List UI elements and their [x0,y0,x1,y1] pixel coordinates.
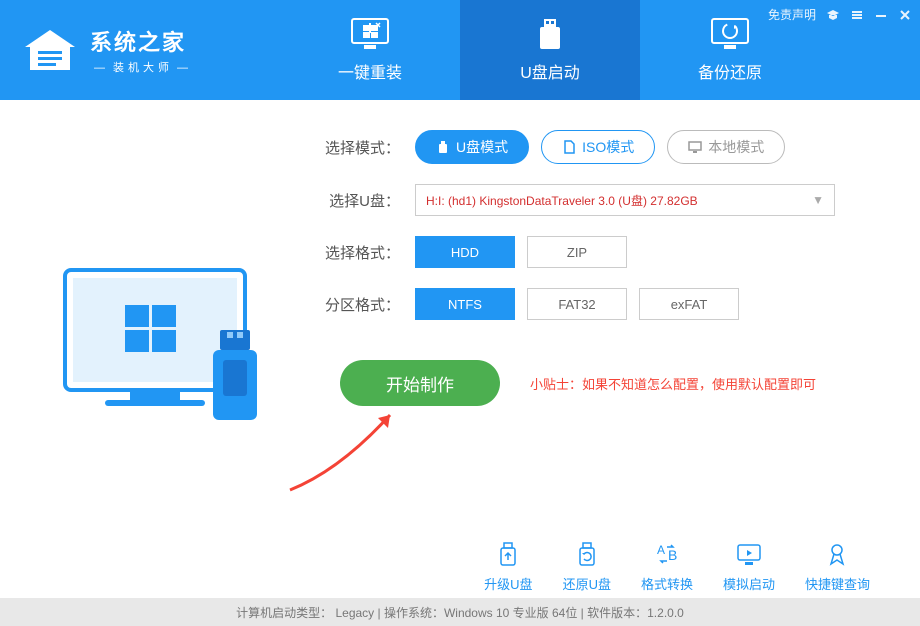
tool-upgrade-usb[interactable]: 升级U盘 [484,540,532,593]
usb-small-icon [436,140,450,154]
tool-format-convert[interactable]: AB 格式转换 [641,540,693,593]
graduation-icon[interactable] [826,8,840,22]
tip-text: 小贴士：如果不知道怎么配置，使用默认配置即可 [530,374,816,393]
window-controls: 免责声明 [768,6,912,23]
simulate-icon [735,540,763,568]
app-subtitle: 装机大师 [90,59,196,75]
app-title: 系统之家 [90,25,196,57]
tool-restore-usb[interactable]: 还原U盘 [563,540,611,593]
usb-select-label: 选择U盘： [320,190,400,211]
monitor-small-icon [688,140,702,154]
format-zip-button[interactable]: ZIP [527,236,627,268]
backup-icon [710,17,750,51]
partition-ntfs-button[interactable]: NTFS [415,288,515,320]
tool-simulate-boot[interactable]: 模拟启动 [723,540,775,593]
upgrade-usb-icon [494,540,522,568]
header: 系统之家 装机大师 一键重装 U盘启动 [0,0,920,100]
usb-icon [530,17,570,51]
svg-text:B: B [668,547,677,563]
settings-icon[interactable] [850,8,864,22]
main-tabs: 一键重装 U盘启动 备份还原 [280,0,820,100]
svg-text:A: A [657,543,665,557]
usb-dropdown-value: H:I: (hd1) KingstonDataTraveler 3.0 (U盘)… [426,192,698,209]
annotation-arrow [280,400,420,500]
tool-hotkey-lookup[interactable]: 快捷键查询 [805,540,870,593]
monitor-icon [350,17,390,51]
logo-icon [20,25,80,75]
config-panel: 选择模式： U盘模式 ISO模式 本地模式 选择U盘： H:I: (hd1) K… [300,130,880,530]
bottom-toolbar: 升级U盘 还原U盘 AB 格式转换 模拟启动 快捷键查询 [0,540,920,598]
mode-usb-button[interactable]: U盘模式 [415,130,529,164]
tab-usb-boot-label: U盘启动 [520,59,580,83]
disclaimer-link[interactable]: 免责声明 [768,6,816,23]
mode-local-button[interactable]: 本地模式 [667,130,785,164]
minimize-button[interactable] [874,8,888,22]
start-button[interactable]: 开始制作 [340,360,500,406]
illustration [40,170,300,530]
partition-fat32-button[interactable]: FAT32 [527,288,627,320]
partition-label: 分区格式： [320,294,400,315]
status-text: 计算机启动类型： Legacy | 操作系统：Windows 10 专业版 64… [236,604,684,621]
mode-label: 选择模式： [320,137,400,158]
convert-icon: AB [653,540,681,568]
format-hdd-button[interactable]: HDD [415,236,515,268]
tab-backup-restore-label: 备份还原 [698,59,762,83]
format-label: 选择格式： [320,242,400,263]
restore-usb-icon [573,540,601,568]
logo-area: 系统之家 装机大师 [0,25,280,75]
chevron-down-icon: ▼ [812,193,824,207]
hotkey-icon [823,540,851,568]
mode-iso-button[interactable]: ISO模式 [541,130,655,164]
file-icon [562,140,576,154]
tab-usb-boot[interactable]: U盘启动 [460,0,640,100]
tab-reinstall[interactable]: 一键重装 [280,0,460,100]
tab-reinstall-label: 一键重装 [338,59,402,83]
close-button[interactable] [898,8,912,22]
status-bar: 计算机启动类型： Legacy | 操作系统：Windows 10 专业版 64… [0,598,920,626]
main-content: 选择模式： U盘模式 ISO模式 本地模式 选择U盘： H:I: (hd1) K… [0,100,920,540]
usb-dropdown[interactable]: H:I: (hd1) KingstonDataTraveler 3.0 (U盘)… [415,184,835,216]
partition-exfat-button[interactable]: exFAT [639,288,739,320]
